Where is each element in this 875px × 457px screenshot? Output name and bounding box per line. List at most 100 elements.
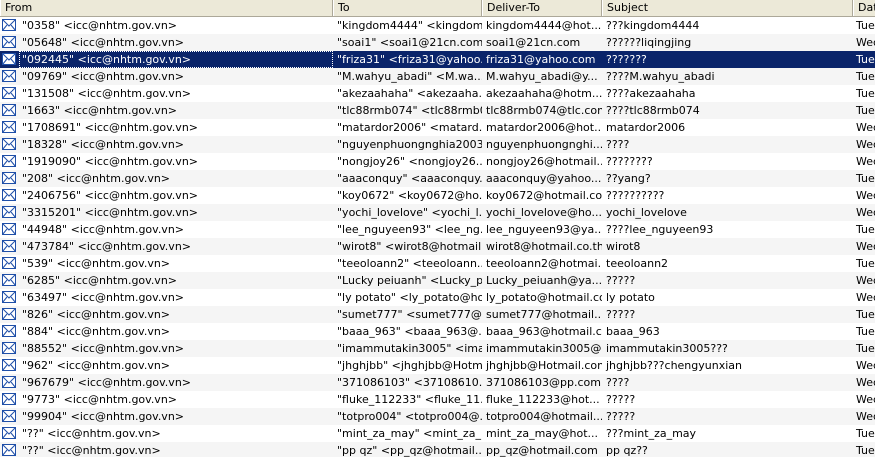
to-cell: "pp qz" <pp_qz@hotmail....	[337, 444, 482, 457]
subject-cell: ????	[606, 138, 630, 151]
date-cell: Wec	[856, 240, 875, 253]
subject-cell: ?????	[606, 410, 636, 423]
column-header-subject[interactable]: Subject	[602, 0, 853, 16]
message-row[interactable]: "88552" <icc@nhtm.gov.vn> "imammutakin300…	[0, 340, 875, 357]
column-header-deliver-to[interactable]: Deliver-To	[482, 0, 602, 16]
from-cell: "3315201" <icc@nhtm.gov.vn>	[22, 206, 199, 219]
date-cell: Tue	[856, 444, 875, 457]
subject-cell: ????tlc88rmb074	[606, 104, 700, 117]
column-header-date[interactable]: Date	[853, 0, 875, 16]
message-row[interactable]: "18328" <icc@nhtm.gov.vn> "nguyenphuongng…	[0, 136, 875, 153]
envelope-icon	[2, 155, 16, 167]
envelope-icon	[2, 36, 16, 48]
message-row[interactable]: "0358" <icc@nhtm.gov.vn> "kingdom4444" <k…	[0, 17, 875, 34]
message-row[interactable]: "539" <icc@nhtm.gov.vn> "teeoloann2" <tee…	[0, 255, 875, 272]
envelope-icon	[2, 189, 16, 201]
date-cell: Tue	[856, 257, 875, 270]
from-cell: "962" <icc@nhtm.gov.vn>	[22, 359, 171, 372]
message-row[interactable]: "962" <icc@nhtm.gov.vn> "jhghjbb" <jhghjb…	[0, 357, 875, 374]
from-cell: "826" <icc@nhtm.gov.vn>	[22, 308, 171, 321]
message-row[interactable]: "884" <icc@nhtm.gov.vn> "baaa_963" <baaa_…	[0, 323, 875, 340]
subject-cell: ??????liqingjing	[606, 36, 692, 49]
message-row[interactable]: "44948" <icc@nhtm.gov.vn> "lee_nguyeen93"…	[0, 221, 875, 238]
message-row[interactable]: "2406756" <icc@nhtm.gov.vn> "koy0672" <ko…	[0, 187, 875, 204]
subject-cell: ????	[606, 376, 630, 389]
subject-cell: teeoloann2	[606, 257, 669, 270]
to-cell: "totpro004" <totpro004@...	[337, 410, 482, 423]
deliver-to-cell: mint_za_may@hot...	[486, 427, 599, 440]
subject-cell: matardor2006	[606, 121, 686, 134]
column-header-from[interactable]: From	[0, 0, 333, 16]
envelope-icon	[2, 410, 16, 422]
message-row[interactable]: "??" <icc@nhtm.gov.vn> "mint_za_may" <min…	[0, 425, 875, 442]
from-cell: "473784" <icc@nhtm.gov.vn>	[22, 240, 192, 253]
message-row[interactable]: "092445" <icc@nhtm.gov.vn> "friza31" <fri…	[0, 51, 875, 68]
deliver-to-cell: teeoloann2@hotmai...	[486, 257, 602, 270]
message-row[interactable]: "131508" <icc@nhtm.gov.vn> "akezaahaha" <…	[0, 85, 875, 102]
message-row[interactable]: "9773" <icc@nhtm.gov.vn> "fluke_112233" <…	[0, 391, 875, 408]
subject-cell: ???????	[606, 53, 647, 66]
envelope-icon	[2, 393, 16, 405]
message-row[interactable]: "473784" <icc@nhtm.gov.vn> "wirot8" <wiro…	[0, 238, 875, 255]
deliver-to-cell: fluke_112233@hot...	[486, 393, 600, 406]
deliver-to-cell: koy0672@hotmail.com	[486, 189, 602, 202]
to-cell: "aaaconquy" <aaaconquy...	[337, 172, 482, 185]
from-cell: "208" <icc@nhtm.gov.vn>	[22, 172, 171, 185]
from-cell: "1708691" <icc@nhtm.gov.vn>	[22, 121, 199, 134]
envelope-icon	[2, 138, 16, 150]
to-cell: "jhghjbb" <jhghjbb@Hotm...	[337, 359, 482, 372]
message-row[interactable]: "1708691" <icc@nhtm.gov.vn> "matardor2006…	[0, 119, 875, 136]
message-row[interactable]: "09769" <icc@nhtm.gov.vn> "M.wahyu_abadi"…	[0, 68, 875, 85]
to-cell: "fluke_112233" <fluke_11...	[337, 393, 482, 406]
message-row[interactable]: "826" <icc@nhtm.gov.vn> "sumet777" <sumet…	[0, 306, 875, 323]
to-cell: "mint_za_may" <mint_za_...	[337, 427, 482, 440]
deliver-to-cell: nguyenphuongnghi...	[486, 138, 602, 151]
subject-cell: wirot8	[606, 240, 641, 253]
envelope-icon	[2, 53, 16, 65]
message-row[interactable]: "05648" <icc@nhtm.gov.vn> "soai1" <soai1@…	[0, 34, 875, 51]
envelope-icon	[2, 19, 16, 31]
envelope-icon	[2, 206, 16, 218]
subject-cell: ???mint_za_may	[606, 427, 697, 440]
envelope-icon	[2, 325, 16, 337]
envelope-icon	[2, 70, 16, 82]
from-cell: "2406756" <icc@nhtm.gov.vn>	[22, 189, 199, 202]
message-rows: "0358" <icc@nhtm.gov.vn> "kingdom4444" <k…	[0, 17, 875, 457]
date-cell: Wec	[856, 155, 875, 168]
envelope-icon	[2, 291, 16, 303]
deliver-to-cell: M.wahyu_abadi@y...	[486, 70, 598, 83]
date-cell: Tue	[856, 308, 875, 321]
deliver-to-cell: nongjoy26@hotmail...	[486, 155, 602, 168]
date-cell: Tue	[856, 19, 875, 32]
subject-cell: ????lee_nguyeen93	[606, 223, 714, 236]
subject-cell: jhghjbb???chengyunxian	[606, 359, 742, 372]
deliver-to-cell: sumet777@hotmail....	[486, 308, 602, 321]
deliver-to-cell: 371086103@pp.com	[486, 376, 601, 389]
column-header-to[interactable]: To	[333, 0, 482, 16]
message-row[interactable]: "63497" <icc@nhtm.gov.vn> "ly potato" <ly…	[0, 289, 875, 306]
to-cell: "nongjoy26" <nongjoy26...	[337, 155, 482, 168]
from-cell: "09769" <icc@nhtm.gov.vn>	[22, 70, 185, 83]
date-cell: Wec	[856, 189, 875, 202]
message-row[interactable]: "3315201" <icc@nhtm.gov.vn> "yochi_lovelo…	[0, 204, 875, 221]
message-row[interactable]: "99904" <icc@nhtm.gov.vn> "totpro004" <to…	[0, 408, 875, 425]
date-cell: Tue	[856, 342, 875, 355]
deliver-to-cell: lee_nguyeen93@ya...	[486, 223, 602, 236]
from-cell: "??" <icc@nhtm.gov.vn>	[22, 427, 161, 440]
to-cell: "imammutakin3005" <ima...	[337, 342, 482, 355]
date-cell: Wec	[856, 376, 875, 389]
message-row[interactable]: "208" <icc@nhtm.gov.vn> "aaaconquy" <aaac…	[0, 170, 875, 187]
subject-cell: baaa_963	[606, 325, 660, 338]
subject-cell: ???kingdom4444	[606, 19, 700, 32]
deliver-to-cell: kingdom4444@hot...	[486, 19, 602, 32]
to-cell: "nguyenphuongnghia2003...	[337, 138, 482, 151]
message-row[interactable]: "1919090" <icc@nhtm.gov.vn> "nongjoy26" <…	[0, 153, 875, 170]
message-row[interactable]: "6285" <icc@nhtm.gov.vn> "Lucky peiuanh" …	[0, 272, 875, 289]
message-row[interactable]: "??" <icc@nhtm.gov.vn> "pp qz" <pp_qz@hot…	[0, 442, 875, 457]
envelope-icon	[2, 308, 16, 320]
deliver-to-cell: wirot8@hotmail.co.th	[486, 240, 602, 253]
message-row[interactable]: "967679" <icc@nhtm.gov.vn> "371086103" <3…	[0, 374, 875, 391]
message-row[interactable]: "1663" <icc@nhtm.gov.vn> "tlc88rmb074" <t…	[0, 102, 875, 119]
date-cell: Wec	[856, 36, 875, 49]
column-header-bar: From To Deliver-To Subject Date	[0, 0, 875, 17]
